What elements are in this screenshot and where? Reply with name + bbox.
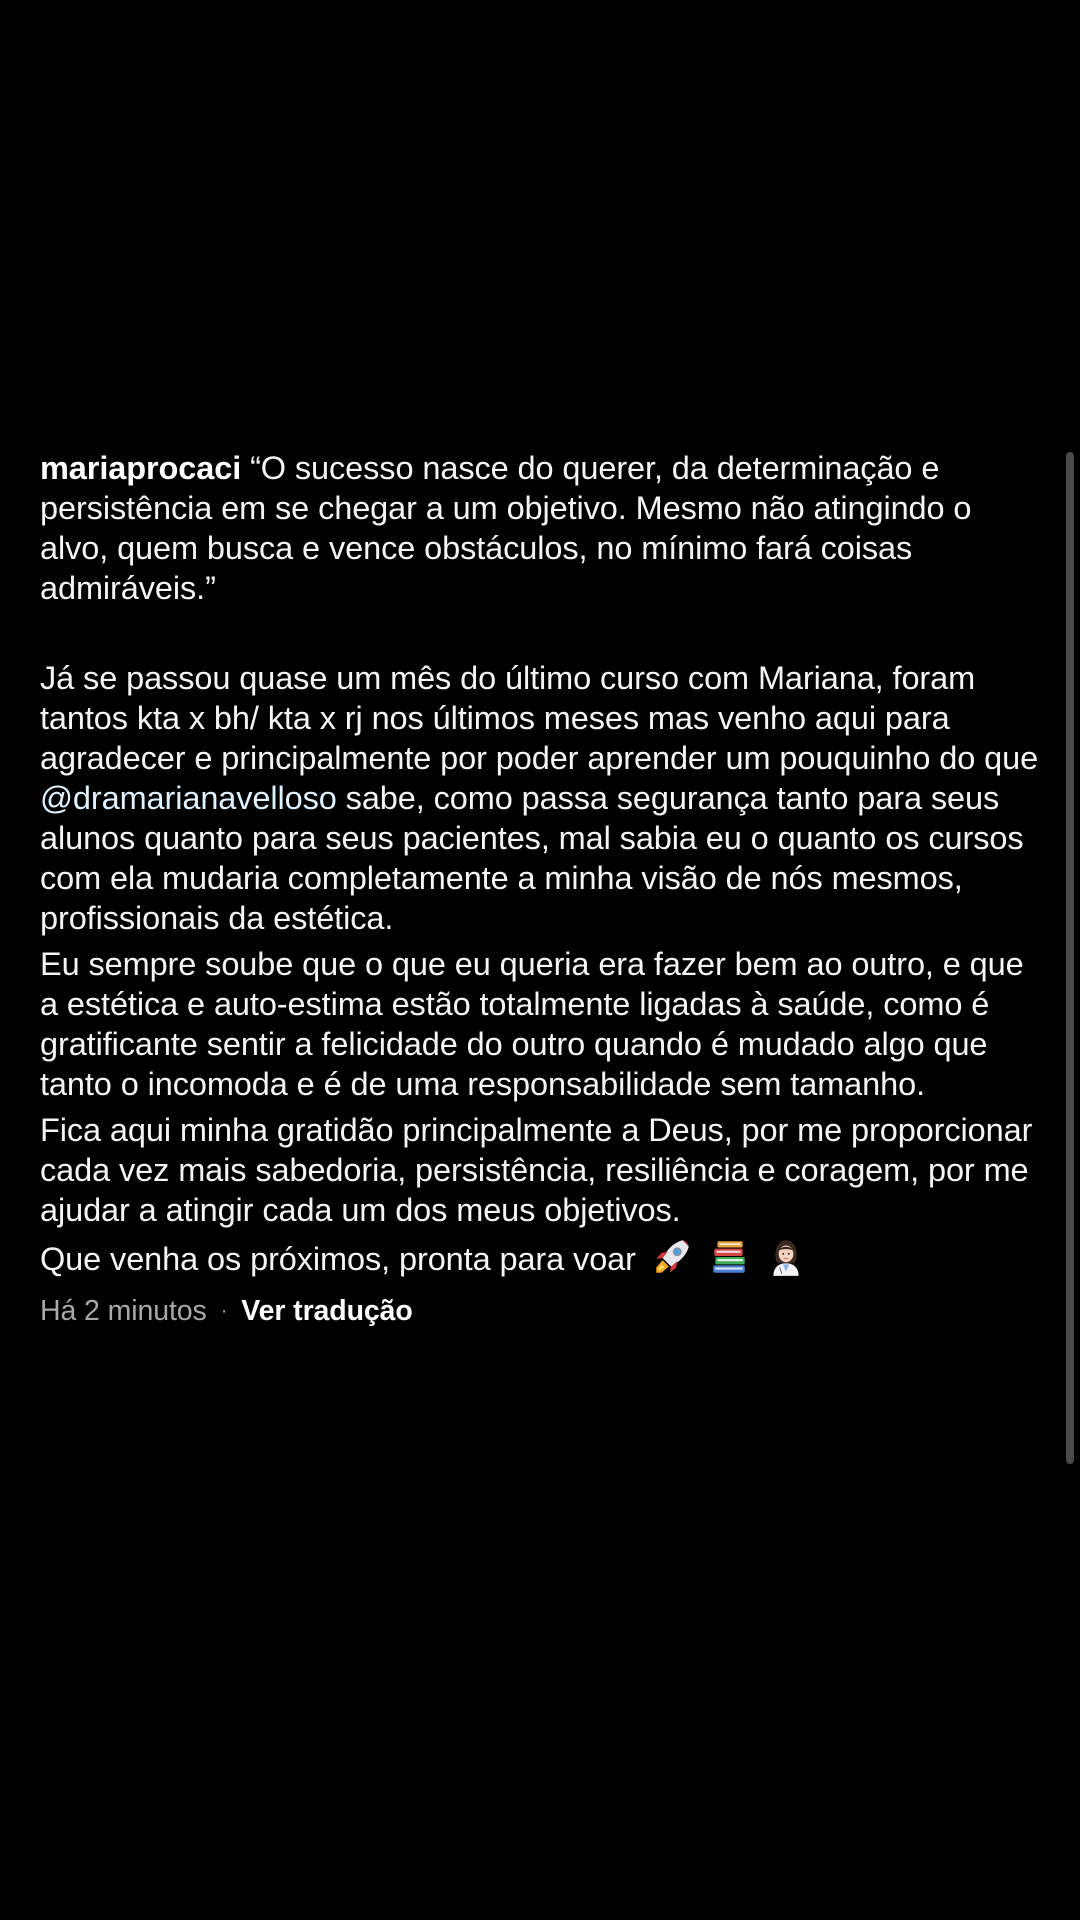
- books-icon: [713, 1241, 745, 1273]
- username-link[interactable]: mariaprocaci: [40, 450, 241, 486]
- caption-paragraph-5: Que venha os próximos, pronta para voar: [40, 1236, 1040, 1279]
- caption-paragraph-2: Já se passou quase um mês do último curs…: [40, 658, 1040, 938]
- rocket-icon: [656, 1240, 689, 1273]
- mention-link[interactable]: @dramarianavelloso: [40, 780, 337, 816]
- caption-paragraph-3: Eu sempre soube que o que eu queria era …: [40, 946, 1024, 1102]
- woman-health-worker-icon: [773, 1240, 799, 1276]
- caption-text: mariaprocaci “O sucesso nasce do querer,…: [40, 448, 1040, 1329]
- scrollbar[interactable]: [1066, 452, 1074, 1464]
- caption-screen: mariaprocaci “O sucesso nasce do querer,…: [0, 0, 1080, 1920]
- caption-paragraph-4: Fica aqui minha gratidão principalmente …: [40, 1112, 1033, 1228]
- see-translation-button[interactable]: Ver tradução: [241, 1293, 413, 1329]
- timestamp: Há 2 minutos: [40, 1295, 207, 1327]
- caption-text-segment: Já se passou quase um mês do último curs…: [40, 660, 1039, 776]
- meta-separator: ·: [220, 1300, 228, 1322]
- caption-text-segment: Que venha os próximos, pronta para voar: [40, 1241, 636, 1277]
- caption-meta-row: Há 2 minutos · Ver tradução: [40, 1293, 1040, 1329]
- caption-paragraph-quote: mariaprocaci “O sucesso nasce do querer,…: [40, 448, 1040, 608]
